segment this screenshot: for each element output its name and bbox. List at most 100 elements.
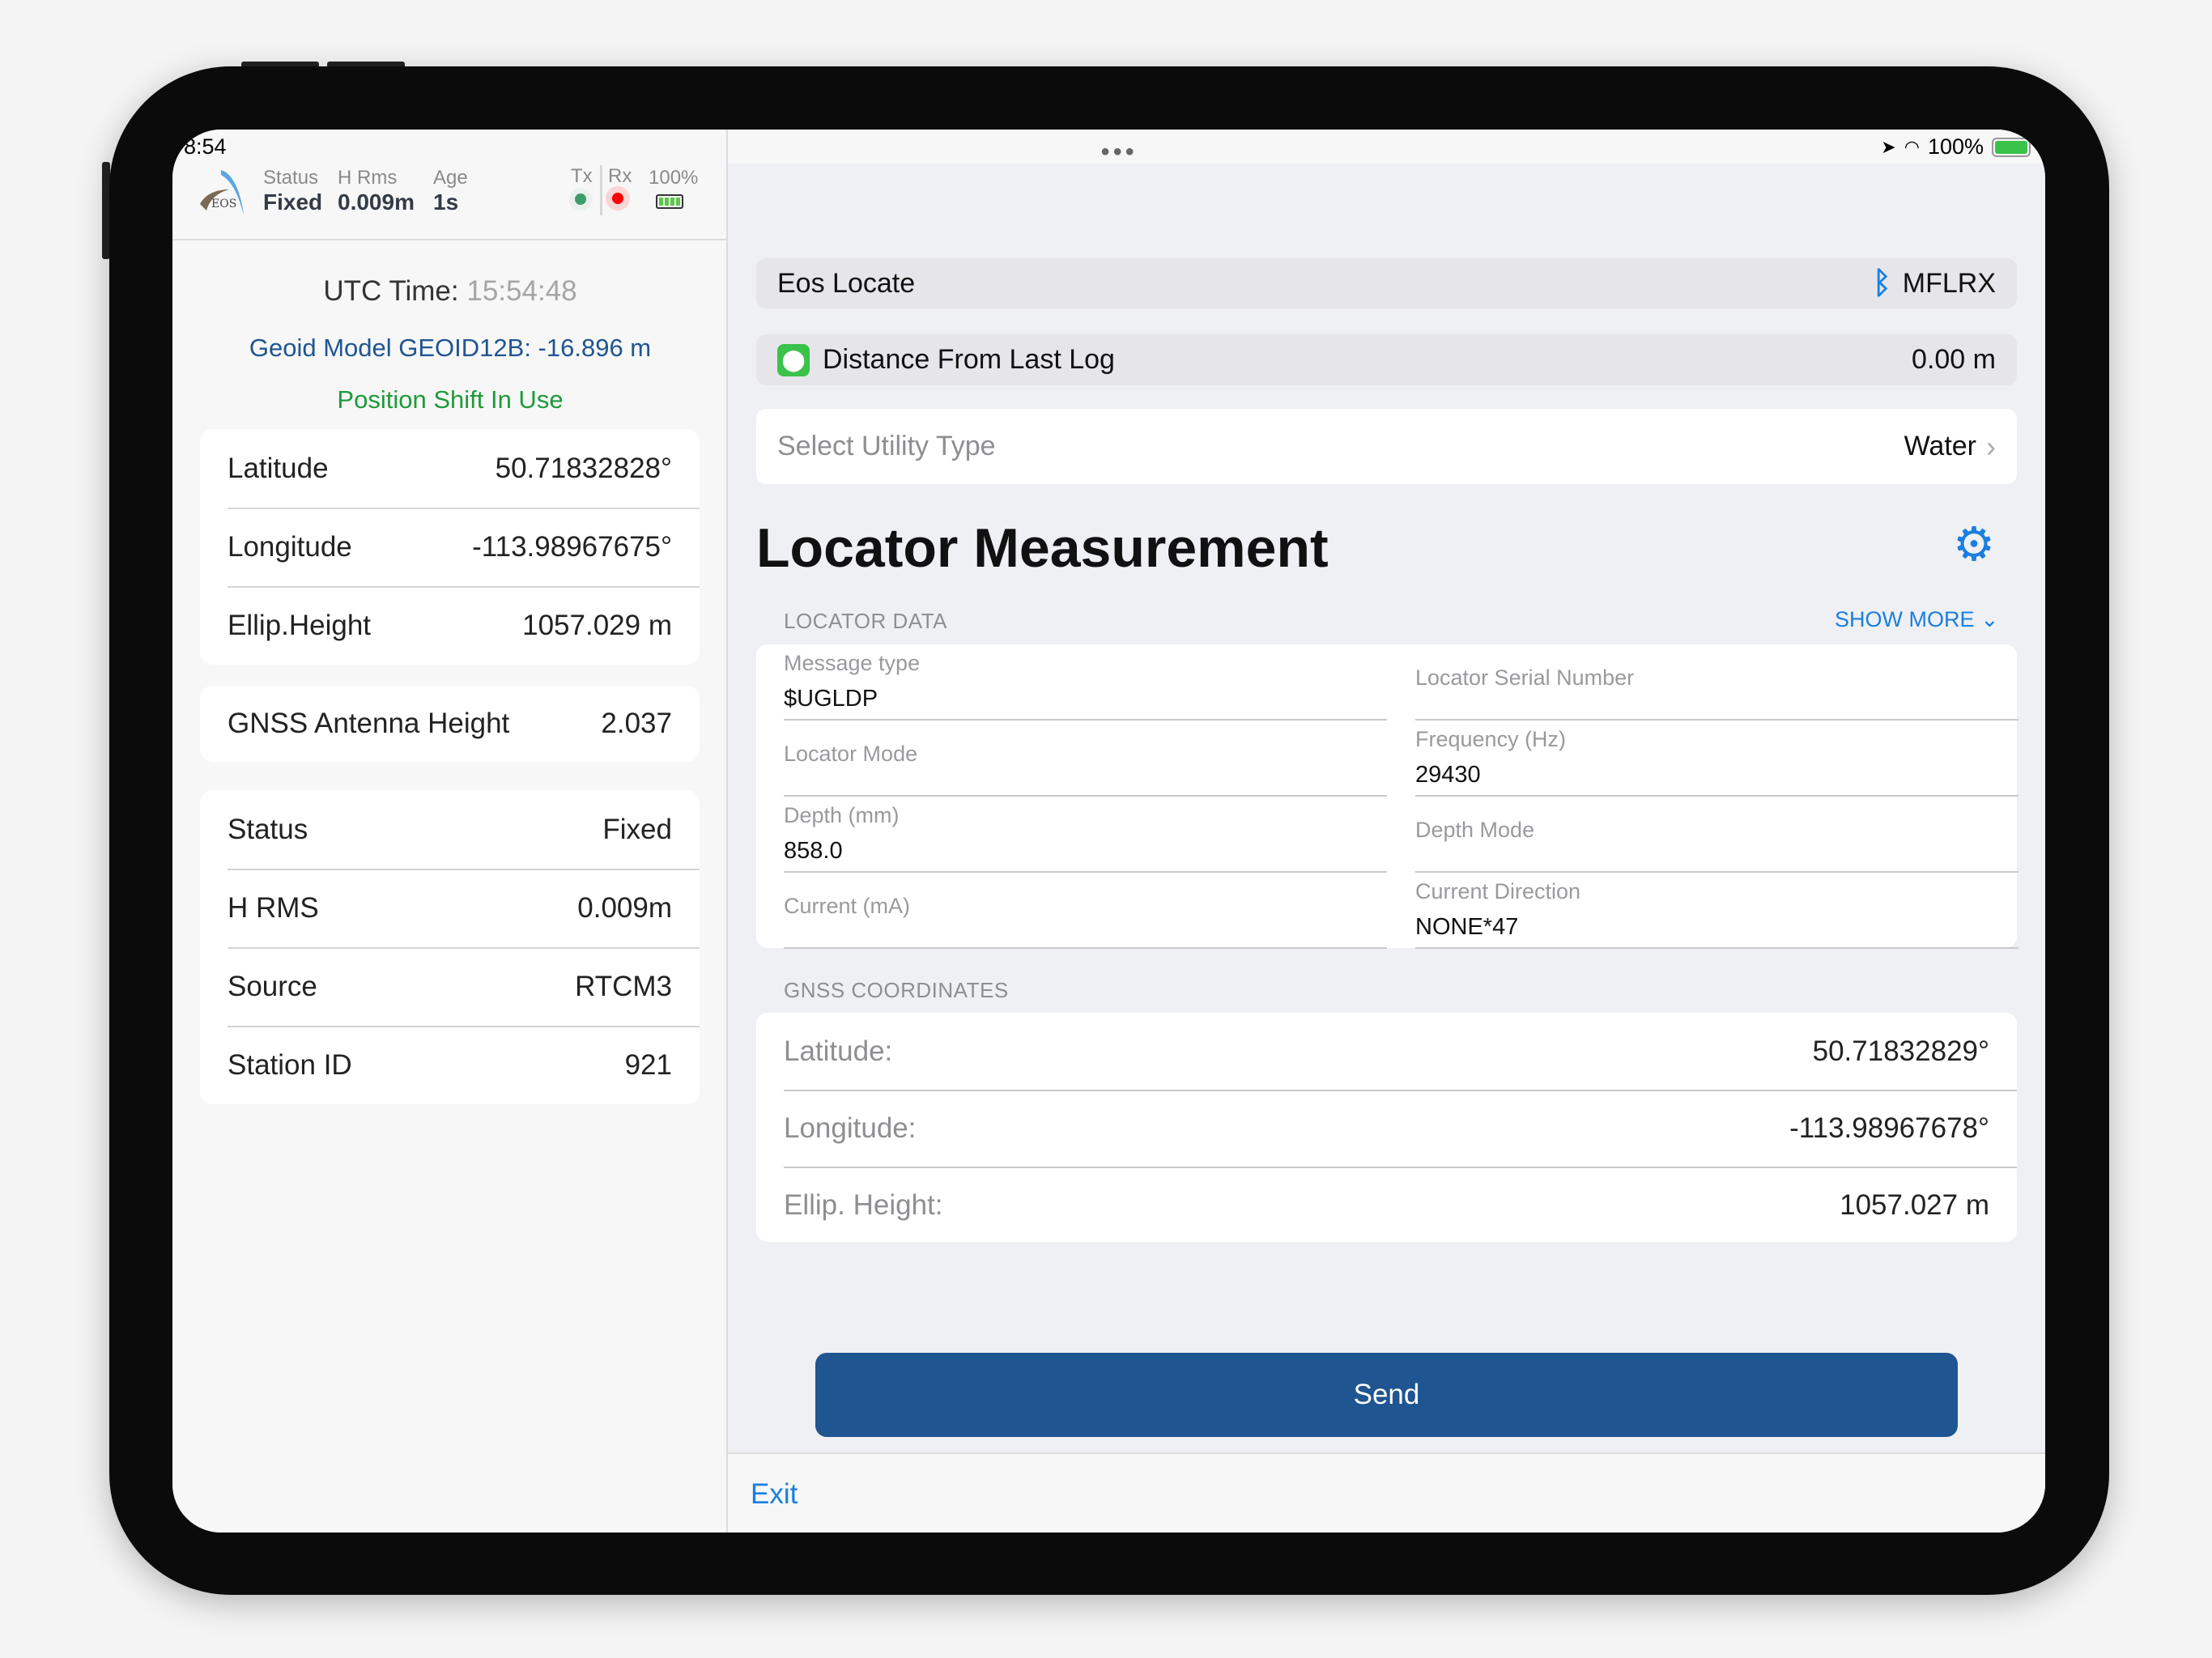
current-field[interactable]: Current (mA) [784, 873, 1387, 949]
rx-label: Rx [608, 165, 632, 187]
distance-bar: ⬤ Distance From Last Log 0.00 m [756, 334, 2017, 385]
source-row: Source RTCM3 [200, 947, 700, 1026]
battery-percent: 100% [1927, 134, 1984, 159]
send-button[interactable]: Send [815, 1353, 1958, 1437]
row-value: 921 [624, 1048, 672, 1081]
position-card: Latitude 50.71832828° Longitude -113.98967… [200, 429, 700, 665]
status-bar [728, 130, 2045, 164]
show-more-label: SHOW MORE [1835, 607, 1975, 631]
row-value: 50.71832828° [495, 452, 672, 484]
coord-longitude-row: Longitude: -113.98967678° [756, 1090, 2017, 1167]
row-value: 2.037 [601, 708, 672, 739]
hrms-row: H RMS 0.009m [200, 869, 700, 947]
position-shift-status: Position Shift In Use [337, 385, 564, 414]
row-label: Longitude [228, 530, 352, 563]
receiver-battery-label: 100% [649, 167, 699, 189]
exit-button[interactable]: Exit [751, 1478, 798, 1511]
message-type-field[interactable]: Message type $UGLDP [784, 644, 1387, 721]
row-value: Fixed [602, 813, 672, 845]
coord-value: 50.71832829° [1812, 1035, 1989, 1067]
screen: 8:54 EOS Status Fixed H Rms 0.009m Age 1… [172, 130, 2045, 1533]
antenna-card[interactable]: GNSS Antenna Height 2.037 [200, 686, 700, 762]
gnss-coordinates-header: GNSS COORDINATES [784, 978, 1009, 1002]
age-value: 1s [433, 189, 459, 215]
page-title: Locator Measurement [756, 517, 1329, 579]
depth-mode-field[interactable]: Depth Mode [1415, 797, 2018, 873]
coord-height-row: Ellip. Height: 1057.027 m [756, 1167, 2017, 1244]
device-connection-bar[interactable]: Eos Locate ᛒ MFLRX [756, 258, 2017, 308]
station-id-row: Station ID 921 [200, 1026, 700, 1104]
map-pin-icon: ⬤ [777, 343, 810, 376]
antenna-height-row[interactable]: GNSS Antenna Height 2.037 [200, 686, 700, 762]
device-name: Eos Locate [777, 267, 916, 299]
field-value: 858.0 [784, 838, 843, 864]
status-row: Status Fixed [200, 790, 700, 869]
field-label: Depth Mode [1415, 818, 1535, 842]
row-label: Station ID [228, 1048, 352, 1081]
frequency-field[interactable]: Frequency (Hz) 29430 [1415, 721, 2018, 797]
field-value: NONE*47 [1415, 914, 1519, 940]
field-label: Frequency (Hz) [1415, 727, 1567, 751]
utility-label: Select Utility Type [777, 431, 996, 461]
current-direction-field[interactable]: Current Direction NONE*47 [1415, 873, 2018, 949]
utc-label: UTC Time: [323, 275, 459, 307]
wifi-icon: ◠ [1904, 136, 1920, 157]
field-label: Depth (mm) [784, 803, 900, 827]
row-label: GNSS Antenna Height [228, 708, 510, 739]
system-status: ➤ ◠ 100% [1881, 134, 2031, 159]
field-value: $UGLDP [784, 686, 878, 712]
utc-time: UTC Time: 15:54:48 [172, 275, 728, 308]
gnss-coordinates-card: Latitude: 50.71832829° Longitude: -113.989… [756, 1013, 2017, 1242]
header-divider [172, 239, 728, 240]
field-label: Current (mA) [784, 894, 911, 918]
coord-latitude-row: Latitude: 50.71832829° [756, 1013, 2017, 1090]
chevron-down-icon: ⌄ [1980, 607, 1999, 631]
status-label: Status [263, 167, 319, 189]
row-value: 1057.029 m [522, 609, 672, 641]
locator-mode-field[interactable]: Locator Mode [784, 721, 1387, 797]
rx-indicator-icon [606, 186, 630, 210]
row-label: H RMS [228, 891, 319, 924]
field-label: Message type [784, 651, 921, 675]
coord-label: Longitude: [784, 1112, 917, 1144]
bluetooth-icon: ᛒ [1872, 266, 1891, 300]
show-more-button[interactable]: SHOW MORE ⌄ [1835, 607, 1999, 632]
latitude-row: Latitude 50.71832828° [200, 429, 700, 508]
field-value: 29430 [1415, 762, 1481, 788]
location-arrow-icon: ➤ [1881, 136, 1896, 157]
coord-value: -113.98967678° [1789, 1112, 1989, 1144]
row-label: Status [228, 813, 308, 845]
ellip-height-row: Ellip.Height 1057.029 m [200, 586, 700, 665]
coord-value: 1057.027 m [1840, 1188, 1989, 1221]
utility-value: Water [1904, 431, 1976, 461]
battery-charging-icon [1992, 137, 2031, 157]
svg-text:EOS: EOS [211, 198, 236, 210]
tx-indicator-icon [569, 188, 592, 210]
hrms-value: 0.009m [338, 189, 415, 215]
distance-value: 0.00 m [1912, 344, 1996, 375]
gnss-sidebar: 8:54 EOS Status Fixed H Rms 0.009m Age 1… [172, 130, 728, 1533]
row-label: Ellip.Height [228, 609, 372, 641]
utility-type-select[interactable]: Select Utility Type Water › [756, 409, 2017, 484]
serial-number-field[interactable]: Locator Serial Number [1415, 644, 2018, 721]
bottom-toolbar [728, 1452, 2045, 1533]
tx-label: Tx [571, 165, 593, 187]
row-value: -113.98967675° [472, 530, 672, 563]
multitasking-dots-icon[interactable]: ●●● [1100, 142, 1137, 161]
depth-field[interactable]: Depth (mm) 858.0 [784, 797, 1387, 873]
hrms-label: H Rms [338, 167, 398, 189]
send-label: Send [1353, 1379, 1420, 1410]
settings-gear-icon[interactable]: ⚙ [1953, 521, 1995, 568]
receiver-name: MFLRX [1902, 267, 1996, 299]
coord-label: Latitude: [784, 1035, 893, 1067]
receiver-battery-icon [656, 194, 683, 209]
field-label: Locator Serial Number [1415, 665, 1635, 690]
row-value: 0.009m [577, 891, 672, 924]
locator-data-form: Message type $UGLDP Locator Serial Number… [756, 644, 2018, 949]
geoid-model: Geoid Model GEOID12B: -16.896 m [249, 334, 652, 362]
row-label: Source [228, 970, 317, 1002]
chevron-right-icon: › [1986, 429, 1996, 463]
age-label: Age [433, 167, 468, 189]
coord-label: Ellip. Height: [784, 1188, 943, 1221]
main-panel: ●●● ➤ ◠ 100% Eos Locate ᛒ MFLRX ⬤ Distance… [728, 130, 2045, 1533]
